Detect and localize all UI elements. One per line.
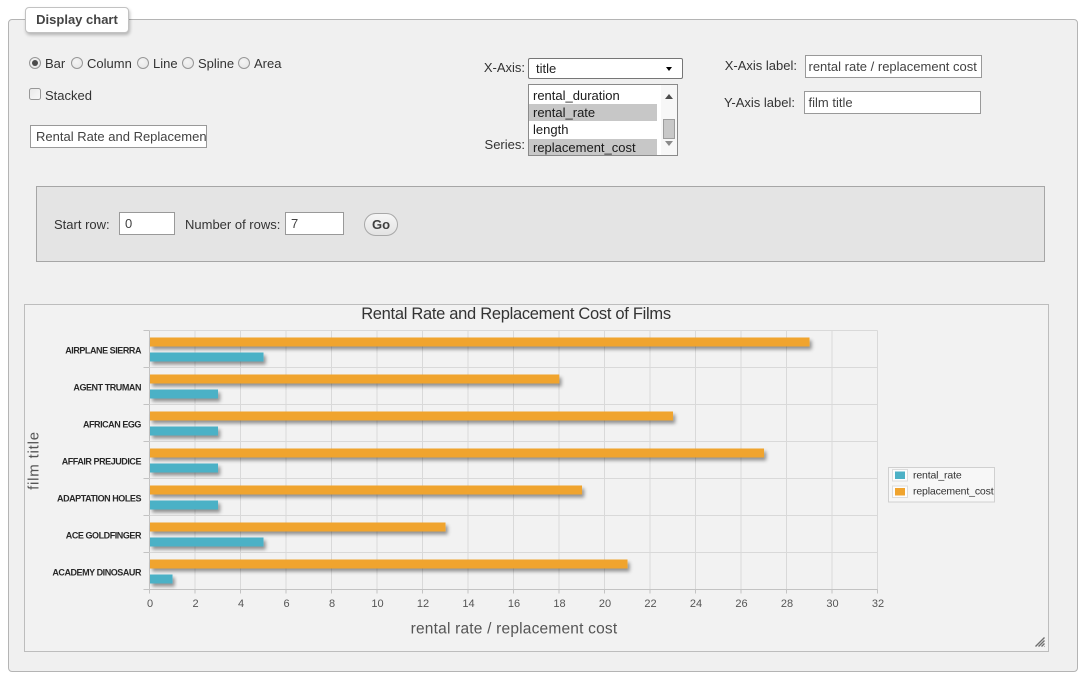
svg-text:26: 26 [735,598,747,610]
svg-text:rental_rate: rental_rate [913,470,962,482]
svg-text:22: 22 [644,598,656,610]
svg-text:28: 28 [781,598,793,610]
svg-text:AIRPLANE SIERRA: AIRPLANE SIERRA [65,346,142,356]
svg-text:ACE GOLDFINGER: ACE GOLDFINGER [66,531,142,541]
svg-text:20: 20 [599,598,611,610]
svg-text:AGENT TRUMAN: AGENT TRUMAN [73,383,141,393]
svg-text:replacement_cost: replacement_cost [913,486,994,498]
svg-text:4: 4 [238,598,244,610]
svg-text:ACADEMY DINOSAUR: ACADEMY DINOSAUR [52,568,142,578]
svg-text:Rental Rate and Replacement Co: Rental Rate and Replacement Cost of Film… [361,305,671,323]
svg-text:14: 14 [462,598,474,610]
svg-text:ADAPTATION HOLES: ADAPTATION HOLES [57,494,141,504]
svg-text:24: 24 [690,598,702,610]
svg-text:6: 6 [283,598,289,610]
svg-text:30: 30 [826,598,838,610]
svg-text:film title: film title [25,431,42,490]
svg-text:AFRICAN EGG: AFRICAN EGG [83,420,141,430]
svg-text:10: 10 [371,598,383,610]
svg-text:rental rate / replacement cost: rental rate / replacement cost [411,621,618,638]
svg-text:32: 32 [872,598,884,610]
svg-text:18: 18 [553,598,565,610]
svg-text:12: 12 [417,598,429,610]
svg-text:AFFAIR PREJUDICE: AFFAIR PREJUDICE [62,457,142,467]
svg-text:8: 8 [329,598,335,610]
svg-text:16: 16 [508,598,520,610]
svg-text:2: 2 [192,598,198,610]
svg-text:0: 0 [147,598,153,610]
